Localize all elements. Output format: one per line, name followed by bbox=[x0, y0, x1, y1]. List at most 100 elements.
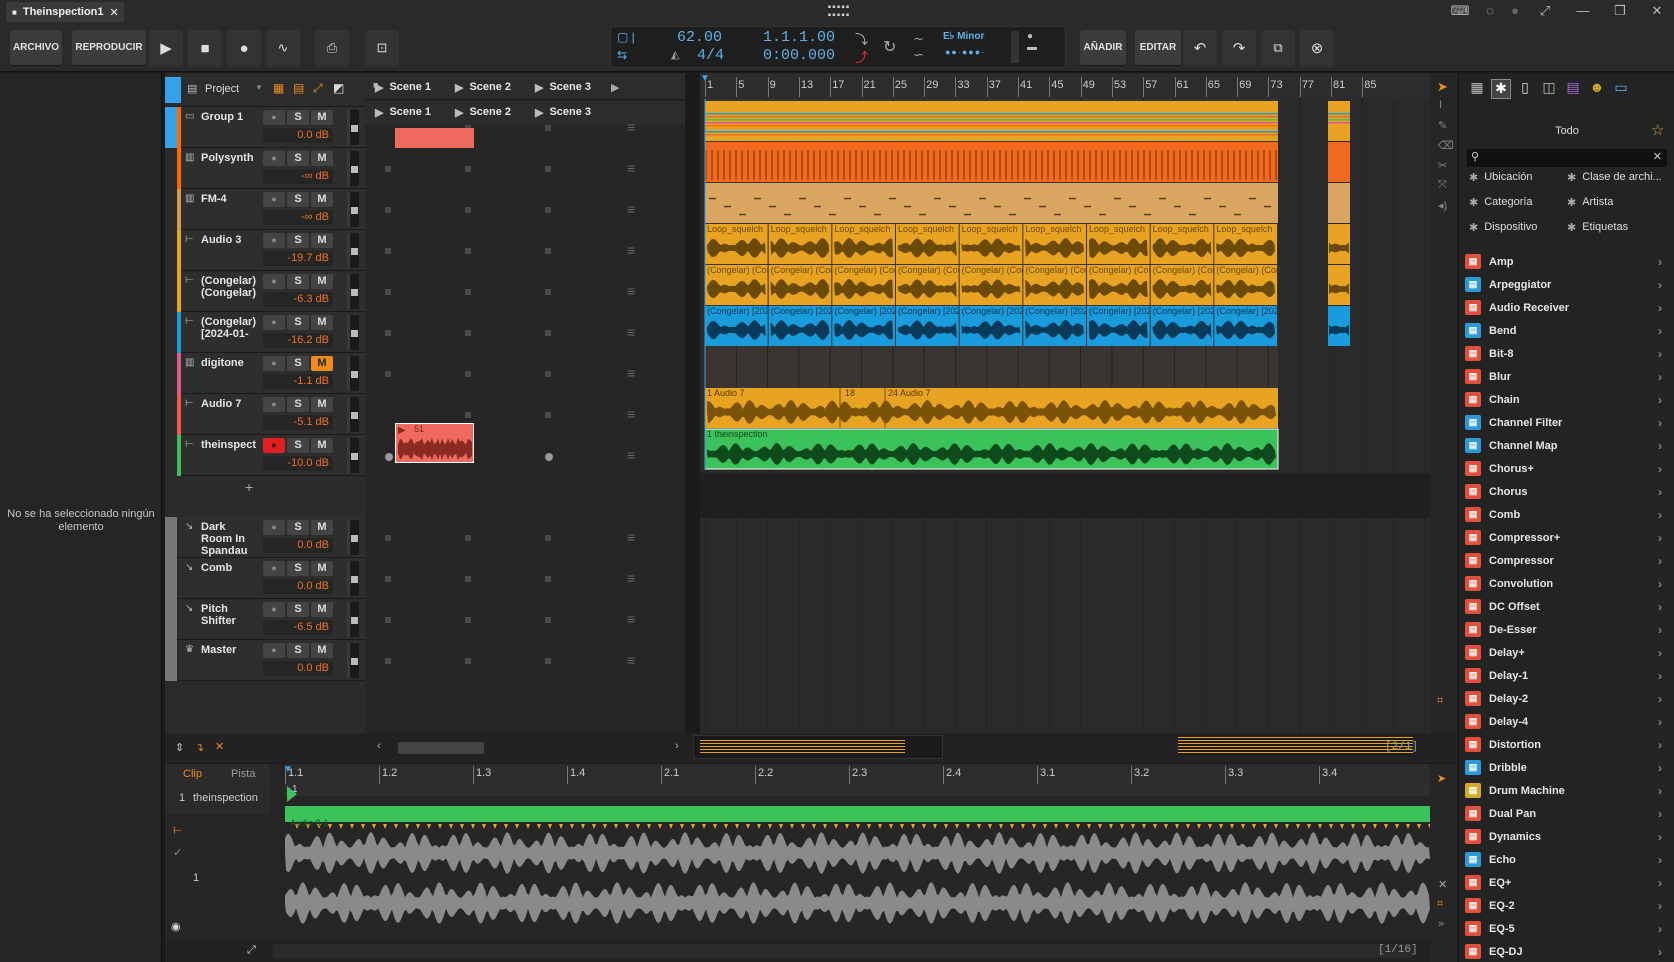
congelar-clip[interactable]: (Congelar) (Con bbox=[896, 265, 963, 305]
record-arm-button[interactable]: ● bbox=[263, 233, 285, 248]
group-clip-end[interactable] bbox=[1328, 101, 1350, 141]
audio3-clip[interactable]: Loop_squelch bbox=[896, 224, 959, 264]
track-name[interactable]: Audio 3 bbox=[201, 234, 257, 246]
track-menu-icon[interactable]: ≡ bbox=[627, 529, 635, 545]
editor-snap-icon[interactable]: ⌗ bbox=[1437, 898, 1443, 911]
browser-item[interactable]: ▤ EQ-DJ › bbox=[1465, 940, 1670, 962]
track-row[interactable]: ⊢ theinspect ● S M -10.0 dB bbox=[165, 435, 365, 476]
editor-pointer-icon[interactable]: ➤ bbox=[1437, 772, 1446, 785]
audio3-clip[interactable]: Loop_squelch bbox=[768, 224, 832, 264]
project-tab[interactable]: ■ Theinspection1 ✕ bbox=[6, 2, 124, 22]
track-volume[interactable]: -10.0 dB bbox=[263, 456, 333, 471]
eraser-tool-icon[interactable]: ⌫ bbox=[1438, 139, 1454, 152]
track-stop-icon[interactable] bbox=[351, 658, 358, 665]
grid-menu-icon[interactable]: ▪▪▪▪▪ ▪▪▪▪▪ bbox=[824, 3, 854, 21]
position-bars[interactable]: 1.1.1.00 bbox=[763, 29, 835, 46]
track-volume[interactable]: 0.0 dB bbox=[263, 579, 333, 594]
congelar-clip[interactable]: (Congelar) (Con bbox=[1087, 265, 1154, 305]
scroll-right-icon[interactable]: › bbox=[675, 740, 679, 752]
audition-tool-icon[interactable]: ◂) bbox=[1438, 199, 1447, 212]
solo-button[interactable]: S bbox=[287, 438, 309, 453]
arranger-overview[interactable] bbox=[693, 735, 943, 759]
track-menu-icon[interactable]: ≡ bbox=[627, 652, 635, 668]
record-arm-button[interactable]: ● bbox=[263, 274, 285, 289]
track-stop-icon[interactable] bbox=[351, 535, 358, 542]
track-volume[interactable]: -5.1 dB bbox=[263, 415, 333, 430]
clear-icon[interactable]: ✕ bbox=[215, 740, 224, 753]
mute-button[interactable]: M bbox=[311, 274, 333, 289]
record-arm-button[interactable]: ● bbox=[263, 561, 285, 576]
browser-search-input[interactable]: ⚲ ✕ bbox=[1467, 149, 1667, 167]
clip-slot[interactable] bbox=[385, 207, 391, 213]
clip-slot[interactable] bbox=[465, 535, 471, 541]
clip-slot[interactable] bbox=[385, 617, 391, 623]
track-name[interactable]: Audio 7 bbox=[201, 398, 257, 410]
key-display[interactable]: E♭ Minor bbox=[943, 31, 984, 42]
congelar-clip[interactable]: (Congelar) (Con bbox=[959, 265, 1027, 305]
mute-button[interactable]: M bbox=[311, 438, 333, 453]
audio3-clip[interactable]: Loop_squelch bbox=[705, 224, 768, 264]
track-volume[interactable]: -16.2 dB bbox=[263, 333, 333, 348]
track-menu-icon[interactable]: ≡ bbox=[627, 283, 635, 299]
mute-button[interactable]: M bbox=[311, 151, 333, 166]
browser-item[interactable]: ▤ Compressor+ › bbox=[1465, 526, 1670, 549]
mute-button[interactable]: M bbox=[311, 315, 333, 330]
clip-slot[interactable] bbox=[385, 289, 391, 295]
track-stop-icon[interactable] bbox=[351, 617, 358, 624]
congelar-blue-clip[interactable] bbox=[1328, 306, 1350, 346]
solo-button[interactable]: S bbox=[287, 233, 309, 248]
browser-item[interactable]: ▤ Audio Receiver › bbox=[1465, 296, 1670, 319]
browser-item[interactable]: ▤ Comb › bbox=[1465, 503, 1670, 526]
browser-filter[interactable]: ✱ Ubicación bbox=[1469, 171, 1533, 184]
browser-item[interactable]: ▤ Blur › bbox=[1465, 365, 1670, 388]
track-volume[interactable]: -∞ dB bbox=[263, 169, 333, 184]
browser-item[interactable]: ▤ Chorus+ › bbox=[1465, 457, 1670, 480]
congelar-clip[interactable]: (Congelar) (Con bbox=[1023, 265, 1090, 305]
browser-item[interactable]: ▤ Channel Filter › bbox=[1465, 411, 1670, 434]
clip-slot[interactable] bbox=[545, 248, 551, 254]
fit-view-icon[interactable]: ⤢ bbox=[313, 81, 323, 96]
track-name[interactable]: (Congelar) [2024-01- bbox=[201, 316, 257, 340]
clip-slot[interactable] bbox=[385, 371, 391, 377]
browser-item[interactable]: ▤ EQ-2 › bbox=[1465, 894, 1670, 917]
track-name[interactable]: Comb bbox=[201, 562, 257, 574]
solo-button[interactable]: S bbox=[287, 520, 309, 535]
track-volume[interactable]: -19.7 dB bbox=[263, 251, 333, 266]
congelar-blue-clip[interactable]: (Congelar) [202 bbox=[768, 306, 834, 346]
track-menu-icon[interactable]: ≡ bbox=[627, 406, 635, 422]
effect-track-row[interactable]: ↘ Pitch Shifter ● S M -6.5 dB bbox=[165, 599, 365, 640]
track-name[interactable]: Dark Room In Spandau bbox=[201, 521, 257, 557]
track-stop-icon[interactable] bbox=[351, 330, 358, 337]
clip-slot[interactable] bbox=[545, 535, 551, 541]
browser-item[interactable]: ▤ Distortion › bbox=[1465, 733, 1670, 756]
clip-slot[interactable] bbox=[465, 289, 471, 295]
track-row[interactable]: ⊢ Audio 3 ● S M -19.7 dB bbox=[165, 230, 365, 271]
congelar-clip[interactable]: (Congelar) (Con bbox=[1214, 265, 1281, 305]
clip-slot[interactable] bbox=[465, 330, 471, 336]
browser-item[interactable]: ▤ De-Esser › bbox=[1465, 618, 1670, 641]
track-row[interactable]: ▥ FM-4 ● S M -∞ dB bbox=[165, 189, 365, 230]
track-stop-icon[interactable] bbox=[351, 412, 358, 419]
clip-slot[interactable] bbox=[545, 453, 553, 461]
cpu-meter-icon[interactable]: ◌ bbox=[1480, 3, 1500, 21]
visibility-icon[interactable]: ◉ bbox=[171, 920, 181, 933]
fullscreen-icon[interactable]: ⤢ bbox=[1535, 3, 1555, 21]
mute-button[interactable]: M bbox=[311, 602, 333, 617]
clip-slot[interactable] bbox=[545, 371, 551, 377]
clip-slot[interactable] bbox=[545, 207, 551, 213]
tempo-value[interactable]: 62.00 bbox=[677, 29, 722, 46]
track-row[interactable]: ▥ Polysynth ● S M -∞ dB bbox=[165, 148, 365, 189]
project-dropdown-icon[interactable]: ▼ bbox=[255, 83, 263, 92]
solo-button[interactable]: S bbox=[287, 356, 309, 371]
mute-button[interactable]: M bbox=[311, 233, 333, 248]
track-volume[interactable]: -1.1 dB bbox=[263, 374, 333, 389]
track-name[interactable]: Group 1 bbox=[201, 111, 257, 123]
track-stop-icon[interactable] bbox=[351, 453, 358, 460]
browser-filter[interactable]: ✱ Categoría bbox=[1469, 196, 1533, 209]
track-row[interactable]: ▭ Group 1 ● S M 0.0 dB bbox=[165, 107, 365, 148]
favorite-star-icon[interactable]: ☆ bbox=[1651, 121, 1664, 139]
browser-monitor-icon[interactable]: ▭ bbox=[1611, 79, 1631, 99]
panel-layout-icon[interactable]: ⊡ bbox=[365, 30, 399, 66]
file-menu-button[interactable]: ARCHIVO bbox=[10, 30, 62, 66]
automation-view-icon[interactable]: ◩ bbox=[333, 81, 344, 95]
